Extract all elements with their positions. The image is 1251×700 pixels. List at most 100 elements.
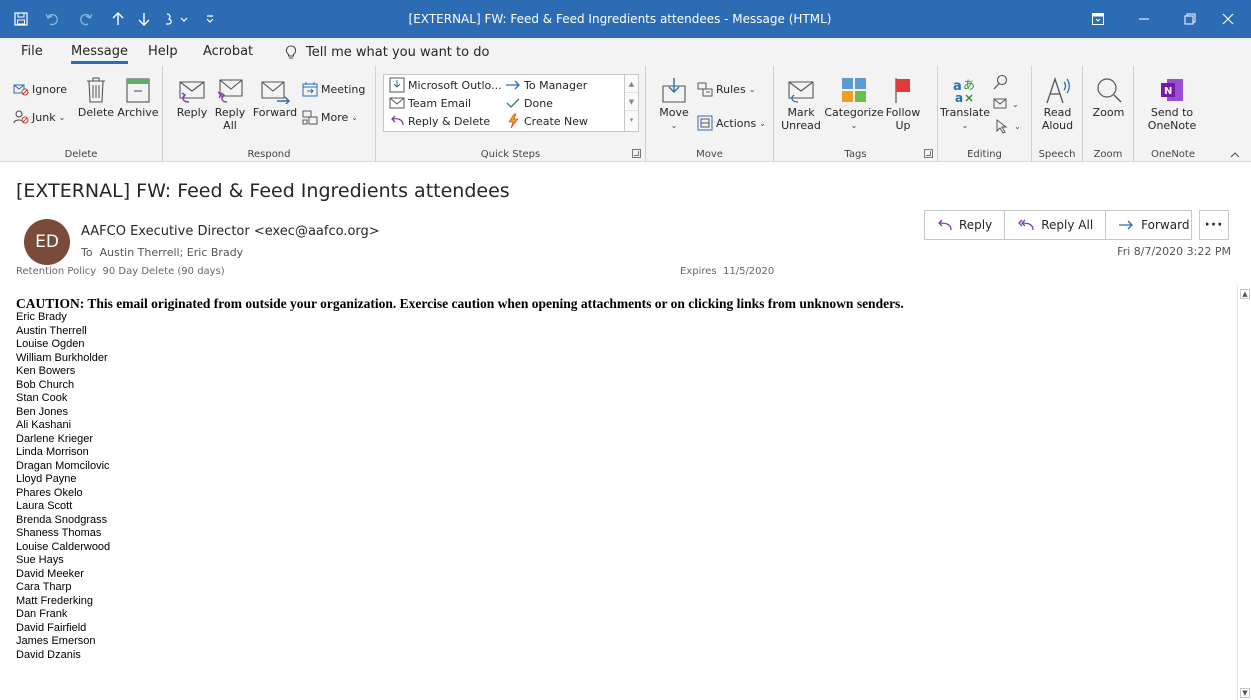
quick-step-done[interactable]: Done: [504, 93, 553, 113]
attendee-name: Lloyd Payne: [16, 473, 77, 485]
scroll-down-icon[interactable]: ▼: [625, 93, 638, 111]
forward-action-button[interactable]: Forward: [1106, 211, 1201, 239]
attendee-name: Cara Tharp: [16, 581, 72, 593]
editing-group: aあa Translate ⌄ ⌄ ⌄ Editing: [938, 66, 1032, 162]
scroll-up-icon[interactable]: ▲: [625, 75, 638, 93]
quick-step-to-manager[interactable]: To Manager: [504, 75, 587, 95]
checkmark-icon: [504, 94, 522, 112]
ribbon-tabs: File Message Help Acrobat Tell me what y…: [0, 38, 1251, 66]
quick-steps-launcher-icon[interactable]: [632, 149, 641, 158]
save-icon[interactable]: [6, 0, 36, 38]
attendee-name: Stan Cook: [16, 392, 68, 404]
expires-value: 11/5/2020: [722, 266, 775, 277]
search-icon: [992, 73, 1010, 91]
attendee-name: Ben Jones: [16, 405, 68, 418]
reply-all-button[interactable]: Reply All: [213, 70, 247, 132]
forward-icon: [259, 70, 291, 104]
delete-button[interactable]: Delete: [76, 70, 116, 119]
zoom-icon: [1095, 70, 1123, 104]
actions-button[interactable]: Actions ⌄: [696, 113, 766, 133]
reply-all-action-button[interactable]: Reply All: [1005, 211, 1107, 239]
window-title: [EXTERNAL] FW: Feed & Feed Ingredients a…: [408, 12, 832, 26]
quick-step-microsoft-outlook[interactable]: Microsoft Outlo...: [388, 75, 502, 95]
attendee-name: Ken Bowers: [16, 365, 76, 377]
forward-button[interactable]: Forward: [251, 70, 299, 119]
translate-button[interactable]: aあa Translate ⌄: [940, 70, 990, 132]
find-button[interactable]: [992, 72, 1012, 92]
retention-policy: Retention Policy 90 Day Delete (90 days): [16, 266, 225, 277]
quick-step-reply-delete[interactable]: Reply & Delete: [388, 111, 490, 131]
junk-button[interactable]: Junk ⌄: [12, 107, 65, 127]
scroll-down-arrow-icon[interactable]: ▼: [1240, 688, 1250, 698]
collapse-ribbon-icon[interactable]: [1230, 144, 1240, 163]
more-actions-icon[interactable]: ···: [1199, 210, 1229, 240]
speech-group: Read Aloud Speech: [1032, 66, 1083, 162]
attendee-name: Phares Okelo: [16, 486, 83, 499]
vertical-scrollbar[interactable]: ▲ ▼: [1237, 285, 1251, 700]
quick-step-team-email[interactable]: Team Email: [388, 93, 471, 113]
close-icon[interactable]: [1205, 0, 1251, 38]
tags-launcher-icon[interactable]: [924, 149, 933, 158]
lightning-icon: [504, 112, 522, 130]
more-respond-button[interactable]: More ⌄: [301, 107, 358, 127]
read-aloud-icon: [1044, 70, 1072, 104]
quick-step-create-new[interactable]: Create New: [504, 111, 588, 131]
tab-acrobat[interactable]: Acrobat: [203, 38, 253, 66]
customize-quick-access-icon[interactable]: [200, 0, 220, 38]
reply-all-icon: [215, 70, 245, 104]
tags-group: Mark Unread Categorize ⌄ Follow Up Tags: [774, 66, 938, 162]
svg-text:あ: あ: [963, 78, 975, 92]
recipients[interactable]: Austin Therrell; Eric Brady: [100, 246, 244, 259]
sender-name[interactable]: AAFCO Executive Director <exec@aafco.org…: [81, 224, 380, 239]
avatar[interactable]: ED: [24, 219, 70, 265]
previous-item-icon[interactable]: [106, 0, 130, 38]
archive-button[interactable]: Archive: [115, 70, 161, 119]
rules-button[interactable]: Rules ⌄: [696, 79, 755, 99]
delete-group: Ignore Junk ⌄ Delete Archive Delete: [0, 66, 163, 162]
reply-action-button[interactable]: Reply: [925, 211, 1006, 239]
tell-me-text: Tell me what you want to do: [306, 44, 490, 60]
ignore-button[interactable]: Ignore: [12, 79, 67, 99]
mark-unread-button[interactable]: Mark Unread: [781, 70, 821, 132]
tell-me-search[interactable]: Tell me what you want to do: [285, 38, 489, 66]
related-button[interactable]: ⌄: [992, 94, 1019, 114]
send-to-onenote-button[interactable]: N Send to OneNote: [1140, 70, 1204, 132]
select-button[interactable]: ⌄: [992, 116, 1021, 136]
tab-help[interactable]: Help: [148, 38, 178, 66]
attendee-name: Bob Church: [16, 378, 75, 391]
next-item-icon[interactable]: [132, 0, 156, 38]
follow-up-button[interactable]: Follow Up: [884, 70, 922, 132]
scroll-up-arrow-icon[interactable]: ▲: [1240, 289, 1250, 299]
undo-icon[interactable]: [40, 0, 64, 38]
attendee-name: Linda Morrison: [16, 446, 89, 458]
expand-gallery-icon[interactable]: ▾: [625, 111, 638, 129]
more-respond-icon: [301, 108, 319, 126]
team-email-icon: [388, 94, 406, 112]
zoom-button[interactable]: Zoom: [1087, 70, 1130, 119]
onenote-group: N Send to OneNote OneNote: [1134, 66, 1212, 162]
attendee-name: Eric Brady: [16, 311, 67, 323]
reply-arrow-icon: [938, 219, 952, 231]
to-label: To: [81, 246, 93, 259]
move-button[interactable]: Move ⌄: [654, 70, 694, 132]
message-actions: Reply Reply All Forward: [924, 210, 1192, 240]
respond-group-label: Respond: [247, 149, 291, 160]
attendee-name: David Fairfield: [16, 621, 87, 634]
onenote-icon: N: [1159, 70, 1185, 104]
attendee-name: Matt Frederking: [16, 594, 94, 607]
attendee-name: William Burkholder: [16, 351, 108, 364]
attendee-name: David Dzanis: [16, 648, 81, 661]
quick-steps-scroll[interactable]: ▲ ▼ ▾: [624, 75, 638, 131]
read-aloud-button[interactable]: Read Aloud: [1036, 70, 1079, 132]
categorize-button[interactable]: Categorize ⌄: [824, 70, 884, 132]
touch-mode-icon[interactable]: [158, 0, 198, 38]
meeting-button[interactable]: Meeting: [301, 79, 365, 99]
ribbon-display-options-icon[interactable]: [1075, 0, 1121, 38]
attendee-name: Dragan Momcilovic: [16, 459, 110, 472]
redo-icon[interactable]: [74, 0, 98, 38]
reply-button[interactable]: Reply: [173, 70, 211, 119]
tab-file[interactable]: File: [21, 38, 43, 66]
attendee-name: Shaness Thomas: [16, 527, 102, 539]
minimize-icon[interactable]: [1121, 0, 1167, 38]
tab-message[interactable]: Message: [71, 38, 128, 66]
